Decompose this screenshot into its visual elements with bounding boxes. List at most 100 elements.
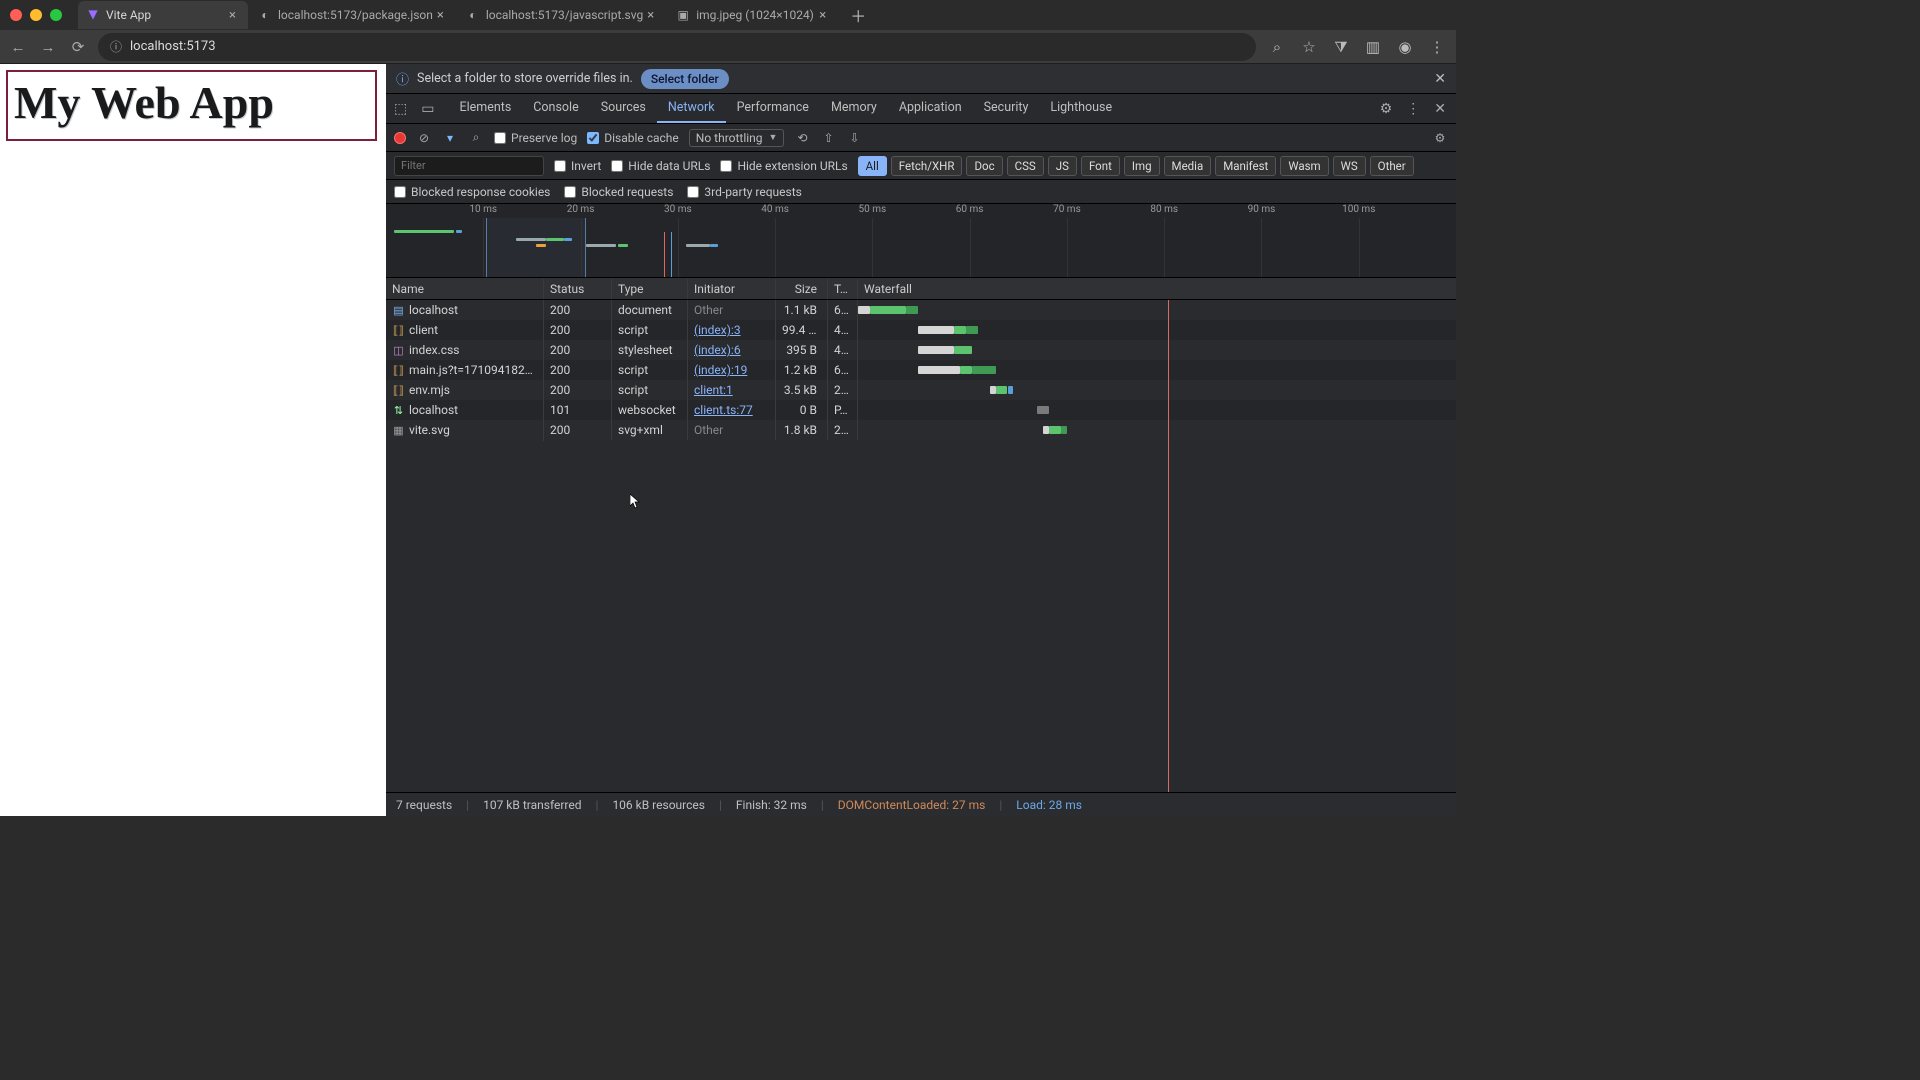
back-button[interactable]: ← — [8, 38, 28, 56]
new-tab-button[interactable]: ＋ — [840, 0, 876, 33]
col-time[interactable]: T… — [828, 279, 858, 299]
network-timeline[interactable]: 10 ms20 ms30 ms40 ms50 ms60 ms70 ms80 ms… — [386, 204, 1456, 278]
initiator-link[interactable]: (index):19 — [694, 363, 747, 377]
network-row[interactable]: ▦vite.svg200svg+xmlOther1.8 kB2… — [386, 420, 1456, 440]
select-folder-button[interactable]: Select folder — [641, 69, 729, 89]
page-content-box: My Web App — [6, 70, 377, 141]
disable-cache-label: Disable cache — [604, 131, 679, 145]
extensions-icon[interactable]: ⧩ — [1330, 38, 1352, 56]
inspect-element-icon[interactable]: ⬚ — [394, 101, 407, 117]
close-window-button[interactable] — [10, 9, 22, 21]
network-settings-icon[interactable]: ⚙ — [1432, 131, 1448, 145]
network-row[interactable]: ⟦⟧client200script(index):399.4 kB4… — [386, 320, 1456, 340]
import-har-icon[interactable]: ⇧ — [820, 131, 836, 145]
search-icon[interactable]: ⌕ — [468, 130, 484, 145]
devtools-more-icon[interactable]: ⋮ — [1406, 101, 1420, 117]
browser-tab-active[interactable]: Vite App × — [78, 1, 248, 29]
initiator-link[interactable]: client:1 — [694, 383, 733, 397]
device-toolbar-icon[interactable]: ▭ — [421, 101, 434, 117]
invert-checkbox[interactable]: Invert — [554, 159, 601, 173]
side-panel-icon[interactable]: ▥ — [1362, 38, 1384, 56]
initiator-link[interactable]: client.ts:77 — [694, 403, 753, 417]
hide-extension-urls-checkbox[interactable]: Hide extension URLs — [720, 159, 847, 173]
devtools-settings-icon[interactable]: ⚙ — [1380, 101, 1393, 117]
filter-type-media[interactable]: Media — [1164, 156, 1212, 176]
filter-type-ws[interactable]: WS — [1333, 156, 1366, 176]
timeline-tick: 100 ms — [1342, 204, 1375, 215]
col-status[interactable]: Status — [544, 279, 612, 299]
profile-icon[interactable]: ◉ — [1394, 38, 1416, 56]
col-initiator[interactable]: Initiator — [688, 279, 776, 299]
third-party-checkbox[interactable]: 3rd-party requests — [687, 185, 801, 199]
network-table: Name Status Type Initiator Size T… Water… — [386, 278, 1456, 792]
browser-tab[interactable]: ▣ img.jpeg (1024×1024) × — [668, 1, 838, 29]
network-conditions-icon[interactable]: ⟲ — [794, 131, 810, 145]
filter-type-font[interactable]: Font — [1081, 156, 1120, 176]
zoom-icon[interactable]: ⌕ — [1266, 38, 1288, 56]
devtools-tab-lighthouse[interactable]: Lighthouse — [1039, 94, 1123, 123]
network-row[interactable]: ⟦⟧env.mjs200scriptclient:13.5 kB2… — [386, 380, 1456, 400]
record-button[interactable] — [394, 132, 406, 144]
site-info-icon[interactable]: ⓘ — [110, 38, 122, 55]
address-bar[interactable]: ⓘ localhost:5173 — [98, 33, 1256, 61]
filter-type-fetchxhr[interactable]: Fetch/XHR — [891, 156, 963, 176]
throttling-dropdown[interactable]: No throttling ▼ — [689, 129, 785, 147]
devtools-tab-sources[interactable]: Sources — [590, 94, 657, 123]
col-type[interactable]: Type — [612, 279, 688, 299]
devtools-tab-application[interactable]: Application — [888, 94, 973, 123]
minimize-window-button[interactable] — [30, 9, 42, 21]
browser-tab-strip: Vite App × ◐ localhost:5173/package.json… — [0, 0, 1456, 30]
blocked-cookies-label: Blocked response cookies — [411, 185, 550, 199]
filter-type-js[interactable]: JS — [1048, 156, 1077, 176]
filter-type-all[interactable]: All — [858, 156, 887, 176]
tab-title: Vite App — [106, 8, 151, 22]
disable-cache-checkbox[interactable]: Disable cache — [587, 131, 679, 145]
clear-icon[interactable]: ⊘ — [416, 131, 432, 145]
filter-input[interactable] — [394, 156, 544, 176]
devtools-tab-elements[interactable]: Elements — [448, 94, 522, 123]
devtools-tab-network[interactable]: Network — [657, 94, 726, 123]
tab-close-icon[interactable]: × — [433, 8, 448, 23]
filter-type-manifest[interactable]: Manifest — [1215, 156, 1276, 176]
filter-toggle-icon[interactable]: ▾ — [442, 131, 458, 145]
status-domcontentloaded: DOMContentLoaded: 27 ms — [838, 798, 986, 812]
devtools-tab-memory[interactable]: Memory — [820, 94, 888, 123]
devtools-close-icon[interactable]: ✕ — [1434, 101, 1446, 117]
browser-tab[interactable]: ◐ localhost:5173/package.json × — [250, 1, 456, 29]
filter-type-other[interactable]: Other — [1370, 156, 1414, 176]
blocked-cookies-checkbox[interactable]: Blocked response cookies — [394, 185, 550, 199]
reload-button[interactable]: ⟳ — [68, 38, 88, 56]
devtools-tab-console[interactable]: Console — [522, 94, 589, 123]
hide-data-urls-checkbox[interactable]: Hide data URLs — [611, 159, 710, 173]
blocked-requests-checkbox[interactable]: Blocked requests — [564, 185, 673, 199]
devtools-tab-performance[interactable]: Performance — [726, 94, 820, 123]
forward-button[interactable]: → — [38, 38, 58, 56]
network-row[interactable]: ◫index.css200stylesheet(index):6395 B4… — [386, 340, 1456, 360]
preserve-log-checkbox[interactable]: Preserve log — [494, 131, 577, 145]
browser-tab[interactable]: ◐ localhost:5173/javascript.svg × — [458, 1, 666, 29]
close-infobar-icon[interactable]: ✕ — [1434, 71, 1446, 87]
network-row[interactable]: ⇅localhost101websocketclient.ts:770 BP… — [386, 400, 1456, 420]
export-har-icon[interactable]: ⇩ — [846, 131, 862, 145]
network-row[interactable]: ▤localhost200documentOther1.1 kB6… — [386, 300, 1456, 320]
col-size[interactable]: Size — [776, 279, 828, 299]
menu-icon[interactable]: ⋮ — [1426, 38, 1448, 56]
col-waterfall[interactable]: Waterfall — [858, 279, 1456, 299]
network-table-header[interactable]: Name Status Type Initiator Size T… Water… — [386, 278, 1456, 300]
filter-type-css[interactable]: CSS — [1007, 156, 1044, 176]
maximize-window-button[interactable] — [50, 9, 62, 21]
col-name[interactable]: Name — [386, 279, 544, 299]
network-row[interactable]: ⟦⟧main.js?t=1710941828…200script(index):… — [386, 360, 1456, 380]
initiator-link[interactable]: (index):6 — [694, 343, 741, 357]
initiator-link[interactable]: (index):3 — [694, 323, 741, 337]
tab-close-icon[interactable]: × — [815, 8, 830, 23]
filter-type-doc[interactable]: Doc — [966, 156, 1002, 176]
filter-type-wasm[interactable]: Wasm — [1280, 156, 1328, 176]
filter-type-img[interactable]: Img — [1124, 156, 1160, 176]
network-toolbar: ⊘ ▾ ⌕ Preserve log Disable cache No thro… — [386, 124, 1456, 152]
tab-close-icon[interactable]: × — [225, 8, 240, 23]
tab-close-icon[interactable]: × — [643, 8, 658, 23]
devtools-tab-security[interactable]: Security — [973, 94, 1040, 123]
bookmark-icon[interactable]: ☆ — [1298, 38, 1320, 56]
tab-title: localhost:5173/package.json — [278, 8, 433, 22]
